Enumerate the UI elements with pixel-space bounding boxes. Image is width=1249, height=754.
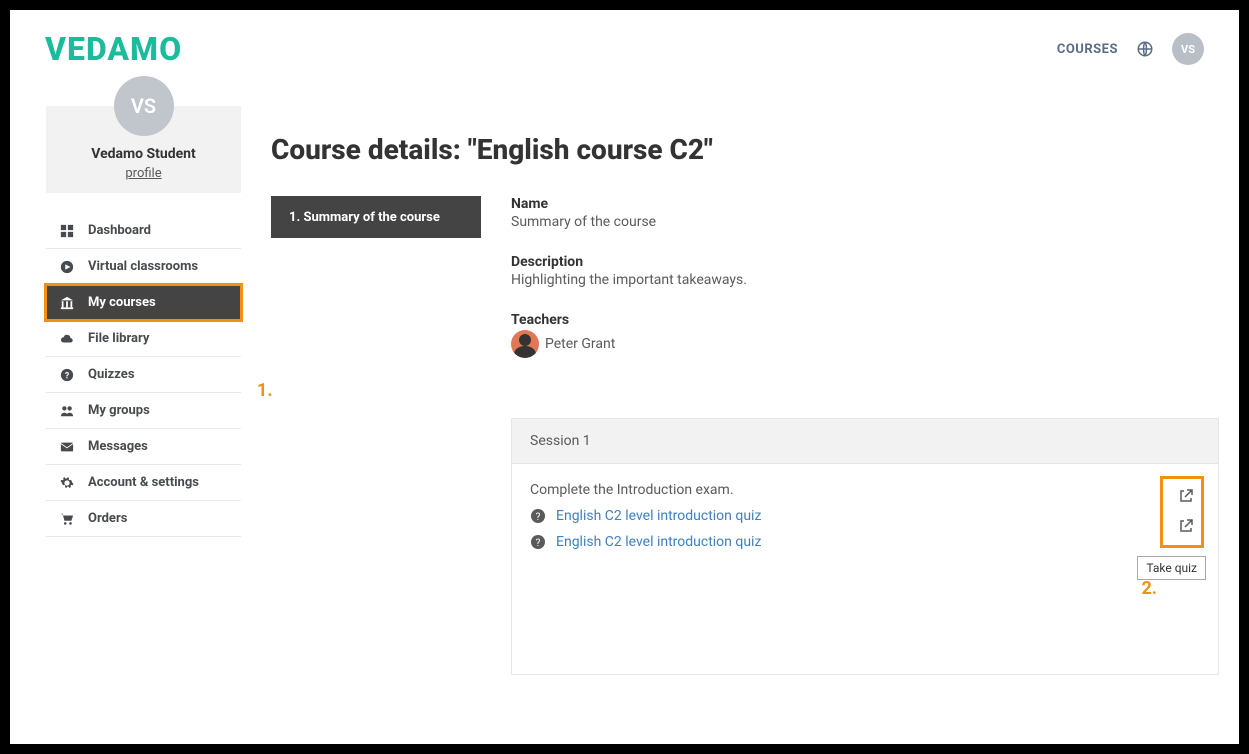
question-icon: ? xyxy=(60,368,74,382)
question-circle-icon: ? xyxy=(530,508,546,524)
sidebar-item-messages[interactable]: Messages xyxy=(46,429,241,465)
sidebar-item-quizzes[interactable]: ? Quizzes xyxy=(46,357,241,393)
teacher-avatar xyxy=(511,330,539,358)
quiz-link-2[interactable]: English C2 level introduction quiz xyxy=(556,534,761,550)
session-box: Session 1 Complete the Introduction exam… xyxy=(511,418,1219,675)
logo[interactable]: VEDAMO xyxy=(45,30,182,68)
question-circle-icon: ? xyxy=(530,534,546,550)
session-body: Complete the Introduction exam. ? Englis… xyxy=(512,464,1218,674)
sidebar: VS Vedamo Student profile Dashboard Virt… xyxy=(46,106,241,675)
users-icon xyxy=(60,404,74,418)
description-value: Highlighting the important takeaways. xyxy=(511,272,1219,288)
teachers-label: Teachers xyxy=(511,312,1219,328)
cart-icon xyxy=(60,512,74,526)
sidebar-item-label: Quizzes xyxy=(88,367,135,382)
teacher-row: Peter Grant xyxy=(511,330,1219,358)
page-title: Course details: "English course C2" xyxy=(271,133,1219,166)
sidebar-item-label: Messages xyxy=(88,439,148,454)
svg-text:?: ? xyxy=(536,538,541,549)
quiz-row-2: ? English C2 level introduction quiz xyxy=(530,534,1200,550)
nav: Dashboard Virtual classrooms My courses … xyxy=(46,213,241,537)
header: VEDAMO COURSES VS xyxy=(10,10,1239,78)
header-right: COURSES VS xyxy=(1057,33,1204,65)
session-header: Session 1 xyxy=(512,419,1218,464)
cloud-icon xyxy=(60,332,74,346)
sidebar-item-label: My courses xyxy=(88,295,156,310)
header-avatar[interactable]: VS xyxy=(1172,33,1204,65)
annotation-label-1: 1. xyxy=(257,380,273,401)
sidebar-item-account-settings[interactable]: Account & settings xyxy=(46,465,241,501)
profile-box: VS Vedamo Student profile xyxy=(46,106,241,193)
summary-tab[interactable]: 1. Summary of the course xyxy=(271,196,481,238)
annotation-label-2: 2. xyxy=(1141,578,1157,599)
institution-icon xyxy=(60,296,74,310)
quiz-link-1[interactable]: English C2 level introduction quiz xyxy=(556,508,761,524)
sidebar-item-file-library[interactable]: File library xyxy=(46,321,241,357)
sidebar-item-virtual-classrooms[interactable]: Virtual classrooms xyxy=(46,249,241,285)
grid-icon xyxy=(60,224,74,238)
profile-link[interactable]: profile xyxy=(125,166,161,181)
sidebar-item-label: Orders xyxy=(88,511,127,526)
sidebar-item-label: My groups xyxy=(88,403,150,418)
envelope-icon xyxy=(60,440,74,454)
description-label: Description xyxy=(511,254,1219,270)
external-link-icons xyxy=(1172,482,1200,540)
session-instruction: Complete the Introduction exam. xyxy=(530,482,1200,498)
globe-icon[interactable] xyxy=(1136,40,1154,58)
sidebar-item-label: Dashboard xyxy=(88,223,151,238)
take-quiz-tooltip: Take quiz xyxy=(1137,556,1206,580)
sidebar-item-label: Account & settings xyxy=(88,475,199,490)
quiz-row-1: ? English C2 level introduction quiz xyxy=(530,508,1200,524)
gear-icon xyxy=(60,476,74,490)
course-details: Name Summary of the course Description H… xyxy=(511,196,1219,675)
sidebar-item-orders[interactable]: Orders xyxy=(46,501,241,537)
courses-link[interactable]: COURSES xyxy=(1057,42,1118,57)
sidebar-item-label: File library xyxy=(88,331,149,346)
svg-text:?: ? xyxy=(65,371,70,381)
content: Course details: "English course C2" 1. S… xyxy=(241,78,1219,675)
external-link-icon[interactable] xyxy=(1178,518,1194,534)
name-label: Name xyxy=(511,196,1219,212)
svg-text:?: ? xyxy=(536,512,541,523)
profile-avatar[interactable]: VS xyxy=(114,76,174,136)
sidebar-item-dashboard[interactable]: Dashboard xyxy=(46,213,241,249)
external-link-icon[interactable] xyxy=(1178,488,1194,504)
profile-name: Vedamo Student xyxy=(56,146,231,162)
sidebar-item-my-groups[interactable]: My groups xyxy=(46,393,241,429)
sidebar-item-label: Virtual classrooms xyxy=(88,259,198,274)
teacher-name: Peter Grant xyxy=(545,336,615,352)
sidebar-item-my-courses[interactable]: My courses xyxy=(46,285,241,321)
play-icon xyxy=(60,260,74,274)
name-value: Summary of the course xyxy=(511,214,1219,230)
